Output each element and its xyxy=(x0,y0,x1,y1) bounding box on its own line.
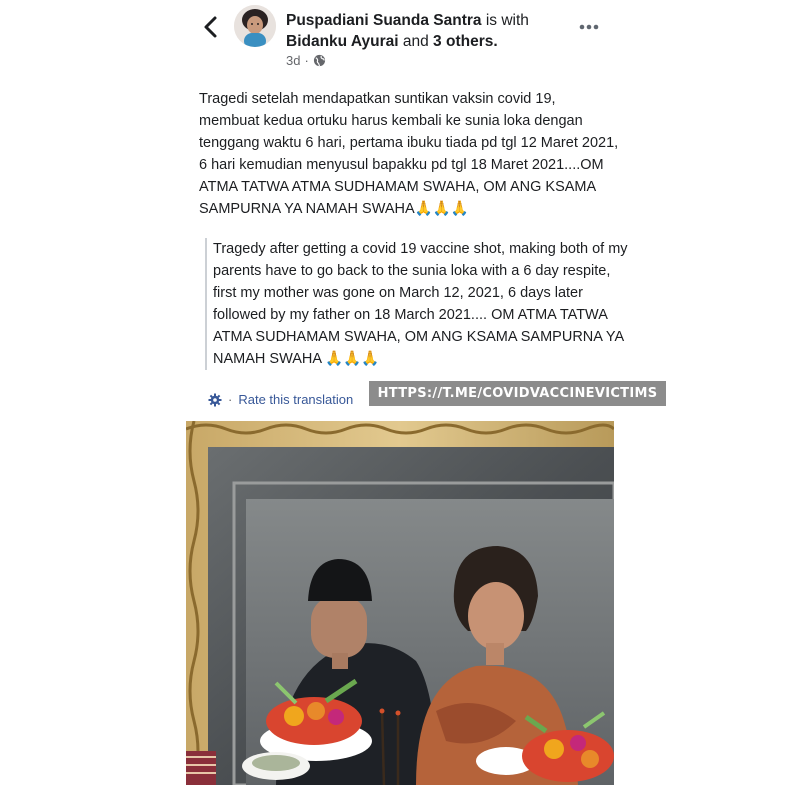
and-text: and xyxy=(402,33,429,50)
tagged-user[interactable]: Bidanku Ayurai xyxy=(286,33,399,50)
post-text: Tragedi setelah mendapatkan suntikan vak… xyxy=(199,91,619,217)
timestamp[interactable]: 3d xyxy=(286,53,300,68)
tagged-others[interactable]: 3 others. xyxy=(433,33,498,50)
with-text: is with xyxy=(485,12,529,29)
meta-separator: · xyxy=(304,53,309,68)
rate-separator: · xyxy=(228,392,233,407)
gear-icon xyxy=(208,393,222,406)
back-chevron-icon[interactable] xyxy=(199,14,223,40)
post-header: Puspadiani Suanda Santra is with Bidanku… xyxy=(286,10,576,52)
post-photo[interactable] xyxy=(186,421,614,785)
post-translation: Tragedy after getting a covid 19 vaccine… xyxy=(205,238,633,370)
avatar[interactable] xyxy=(234,5,276,47)
post-meta: 3d · xyxy=(286,53,326,68)
more-dots-icon[interactable] xyxy=(574,16,604,38)
author-name[interactable]: Puspadiani Suanda Santra xyxy=(286,12,482,29)
rate-translation-row: · Rate this translation xyxy=(208,392,353,407)
globe-icon xyxy=(313,54,325,67)
rate-translation-link[interactable]: Rate this translation xyxy=(238,392,353,407)
watermark-label: HTTPS://T.ME/COVIDVACCINEVICTIMS xyxy=(369,381,666,406)
